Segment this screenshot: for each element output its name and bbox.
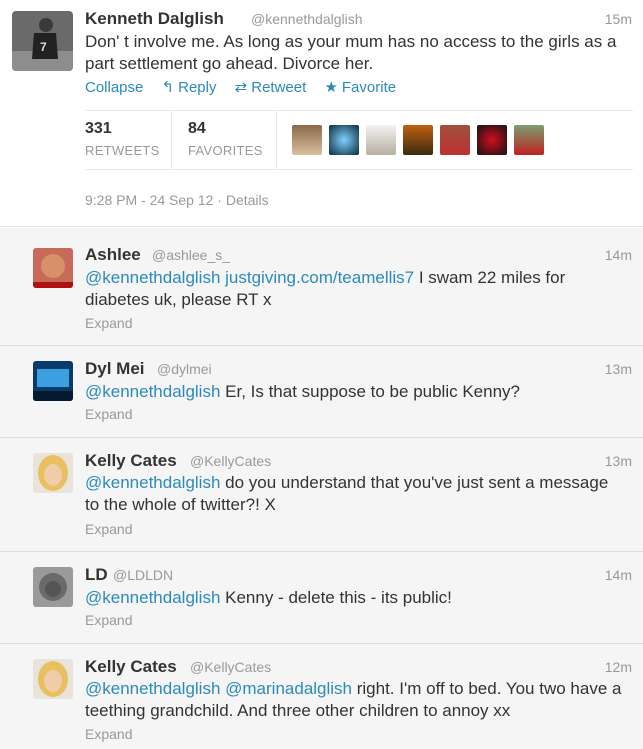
avatar[interactable] [477, 125, 507, 155]
reply-tweet[interactable]: LD @LDLDN 14m @kennethdalglish Kenny - d… [0, 552, 643, 644]
reply-tweet[interactable]: Kelly Cates @KellyCates 13m @kennethdalg… [0, 438, 643, 552]
retweets-count: 331 [85, 120, 112, 137]
svg-text:7: 7 [40, 40, 47, 54]
tweet-text: Don' t involve me. As long as your mum h… [85, 32, 617, 73]
favorites-count: 84 [188, 120, 206, 137]
avatar-dyl-mei[interactable] [33, 361, 73, 401]
collapse-button[interactable]: Collapse [85, 79, 143, 96]
star-icon: ★ [324, 79, 338, 96]
reply-text: @kennethdalglish @marinadalglish right. … [85, 678, 625, 722]
retweets-label: RETWEETS [85, 143, 160, 158]
reply-tweet[interactable]: Kelly Cates @KellyCates 12m @kennethdalg… [0, 644, 643, 749]
expand-link[interactable]: Expand [85, 726, 132, 742]
stat-separator [171, 110, 172, 169]
reply-text: @kennethdalglish Kenny - delete this - i… [85, 587, 625, 609]
tweet-timestamp[interactable]: 15m [605, 11, 632, 27]
collapse-label: Collapse [85, 79, 144, 96]
reply-timestamp[interactable]: 13m [605, 361, 632, 377]
reply-timestamp[interactable]: 14m [605, 567, 632, 583]
avatar-kelly-cates[interactable] [33, 453, 73, 493]
mention-link[interactable]: @kennethdalglish [85, 679, 220, 698]
reply-text: @kennethdalglish do you understand that … [85, 472, 625, 516]
main-tweet: 7 Kenneth Dalglish @kennethdalglish 15m … [0, 0, 643, 227]
avatar[interactable] [366, 125, 396, 155]
retweet-icon: ⇄ [234, 79, 248, 96]
retweet-label: Retweet [251, 79, 307, 96]
divider [85, 110, 633, 111]
avatar[interactable] [292, 125, 322, 155]
author-handle[interactable]: @kennethdalglish [251, 11, 363, 27]
reply-author-handle[interactable]: @ashlee_s_ [152, 247, 230, 263]
avatar[interactable] [403, 125, 433, 155]
reply-timestamp[interactable]: 13m [605, 453, 632, 469]
avatar-kelly-cates[interactable] [33, 659, 73, 699]
tweet-date-details[interactable]: 9:28 PM - 24 Sep 12 · Details [85, 192, 269, 208]
reply-author-name[interactable]: Ashlee [85, 245, 141, 265]
reply-body: Er, Is that suppose to be public Kenny? [220, 382, 520, 401]
reply-author-name[interactable]: Kelly Cates [85, 657, 177, 677]
avatar-ashlee[interactable] [33, 248, 73, 288]
reply-label: Reply [178, 79, 217, 96]
favorites-stat[interactable]: 84 FAVORITES [188, 120, 263, 158]
tweet-actions: Collapse ↰ Reply ⇄ Retweet ★ Favorite [85, 78, 410, 96]
mention-link[interactable]: @kennethdalglish [85, 382, 220, 401]
reply-icon: ↰ [161, 79, 175, 96]
retweet-button[interactable]: ⇄ Retweet [235, 79, 307, 96]
reply-text: @kennethdalglish Er, Is that suppose to … [85, 381, 625, 403]
reply-author-name[interactable]: Kelly Cates [85, 451, 177, 471]
avatar[interactable] [514, 125, 544, 155]
reply-author-handle[interactable]: @KellyCates [190, 659, 271, 675]
favorite-button[interactable]: ★ Favorite [324, 79, 396, 96]
avatar[interactable] [329, 125, 359, 155]
reply-timestamp[interactable]: 14m [605, 247, 632, 263]
expand-link[interactable]: Expand [85, 315, 132, 331]
reply-tweet[interactable]: Ashlee @ashlee_s_ 14m @kennethdalglish j… [0, 228, 643, 346]
avatar-kenneth-dalglish[interactable]: 7 [12, 11, 73, 71]
reply-author-name[interactable]: Dyl Mei [85, 359, 145, 379]
reply-text: @kennethdalglish justgiving.com/teamelli… [85, 267, 625, 311]
avatar-ld[interactable] [33, 567, 73, 607]
divider [85, 169, 633, 170]
favorites-label: FAVORITES [188, 143, 263, 158]
expand-link[interactable]: Expand [85, 406, 132, 422]
reply-author-name[interactable]: LD [85, 565, 108, 585]
expand-link[interactable]: Expand [85, 612, 132, 628]
mention-link[interactable]: @kennethdalglish [85, 268, 220, 287]
url-link[interactable]: justgiving.com/teamellis7 [225, 268, 414, 287]
mention-link[interactable]: @marinadalglish [225, 679, 352, 698]
author-name[interactable]: Kenneth Dalglish [85, 9, 224, 29]
reply-author-handle[interactable]: @dylmei [157, 361, 212, 377]
reply-button[interactable]: ↰ Reply [162, 79, 217, 96]
avatar[interactable] [440, 125, 470, 155]
reply-tweet[interactable]: Dyl Mei @dylmei 13m @kennethdalglish Er,… [0, 346, 643, 438]
reply-author-handle[interactable]: @KellyCates [190, 453, 271, 469]
favorite-label: Favorite [341, 79, 397, 96]
reply-body: Kenny - delete this - its public! [220, 588, 452, 607]
stat-separator [276, 110, 277, 169]
expand-link[interactable]: Expand [85, 521, 132, 537]
retweets-stat[interactable]: 331 RETWEETS [85, 120, 160, 158]
mention-link[interactable]: @kennethdalglish [85, 473, 220, 492]
reply-timestamp[interactable]: 12m [605, 659, 632, 675]
reply-author-handle[interactable]: @LDLDN [113, 567, 173, 583]
mention-link[interactable]: @kennethdalglish [85, 588, 220, 607]
